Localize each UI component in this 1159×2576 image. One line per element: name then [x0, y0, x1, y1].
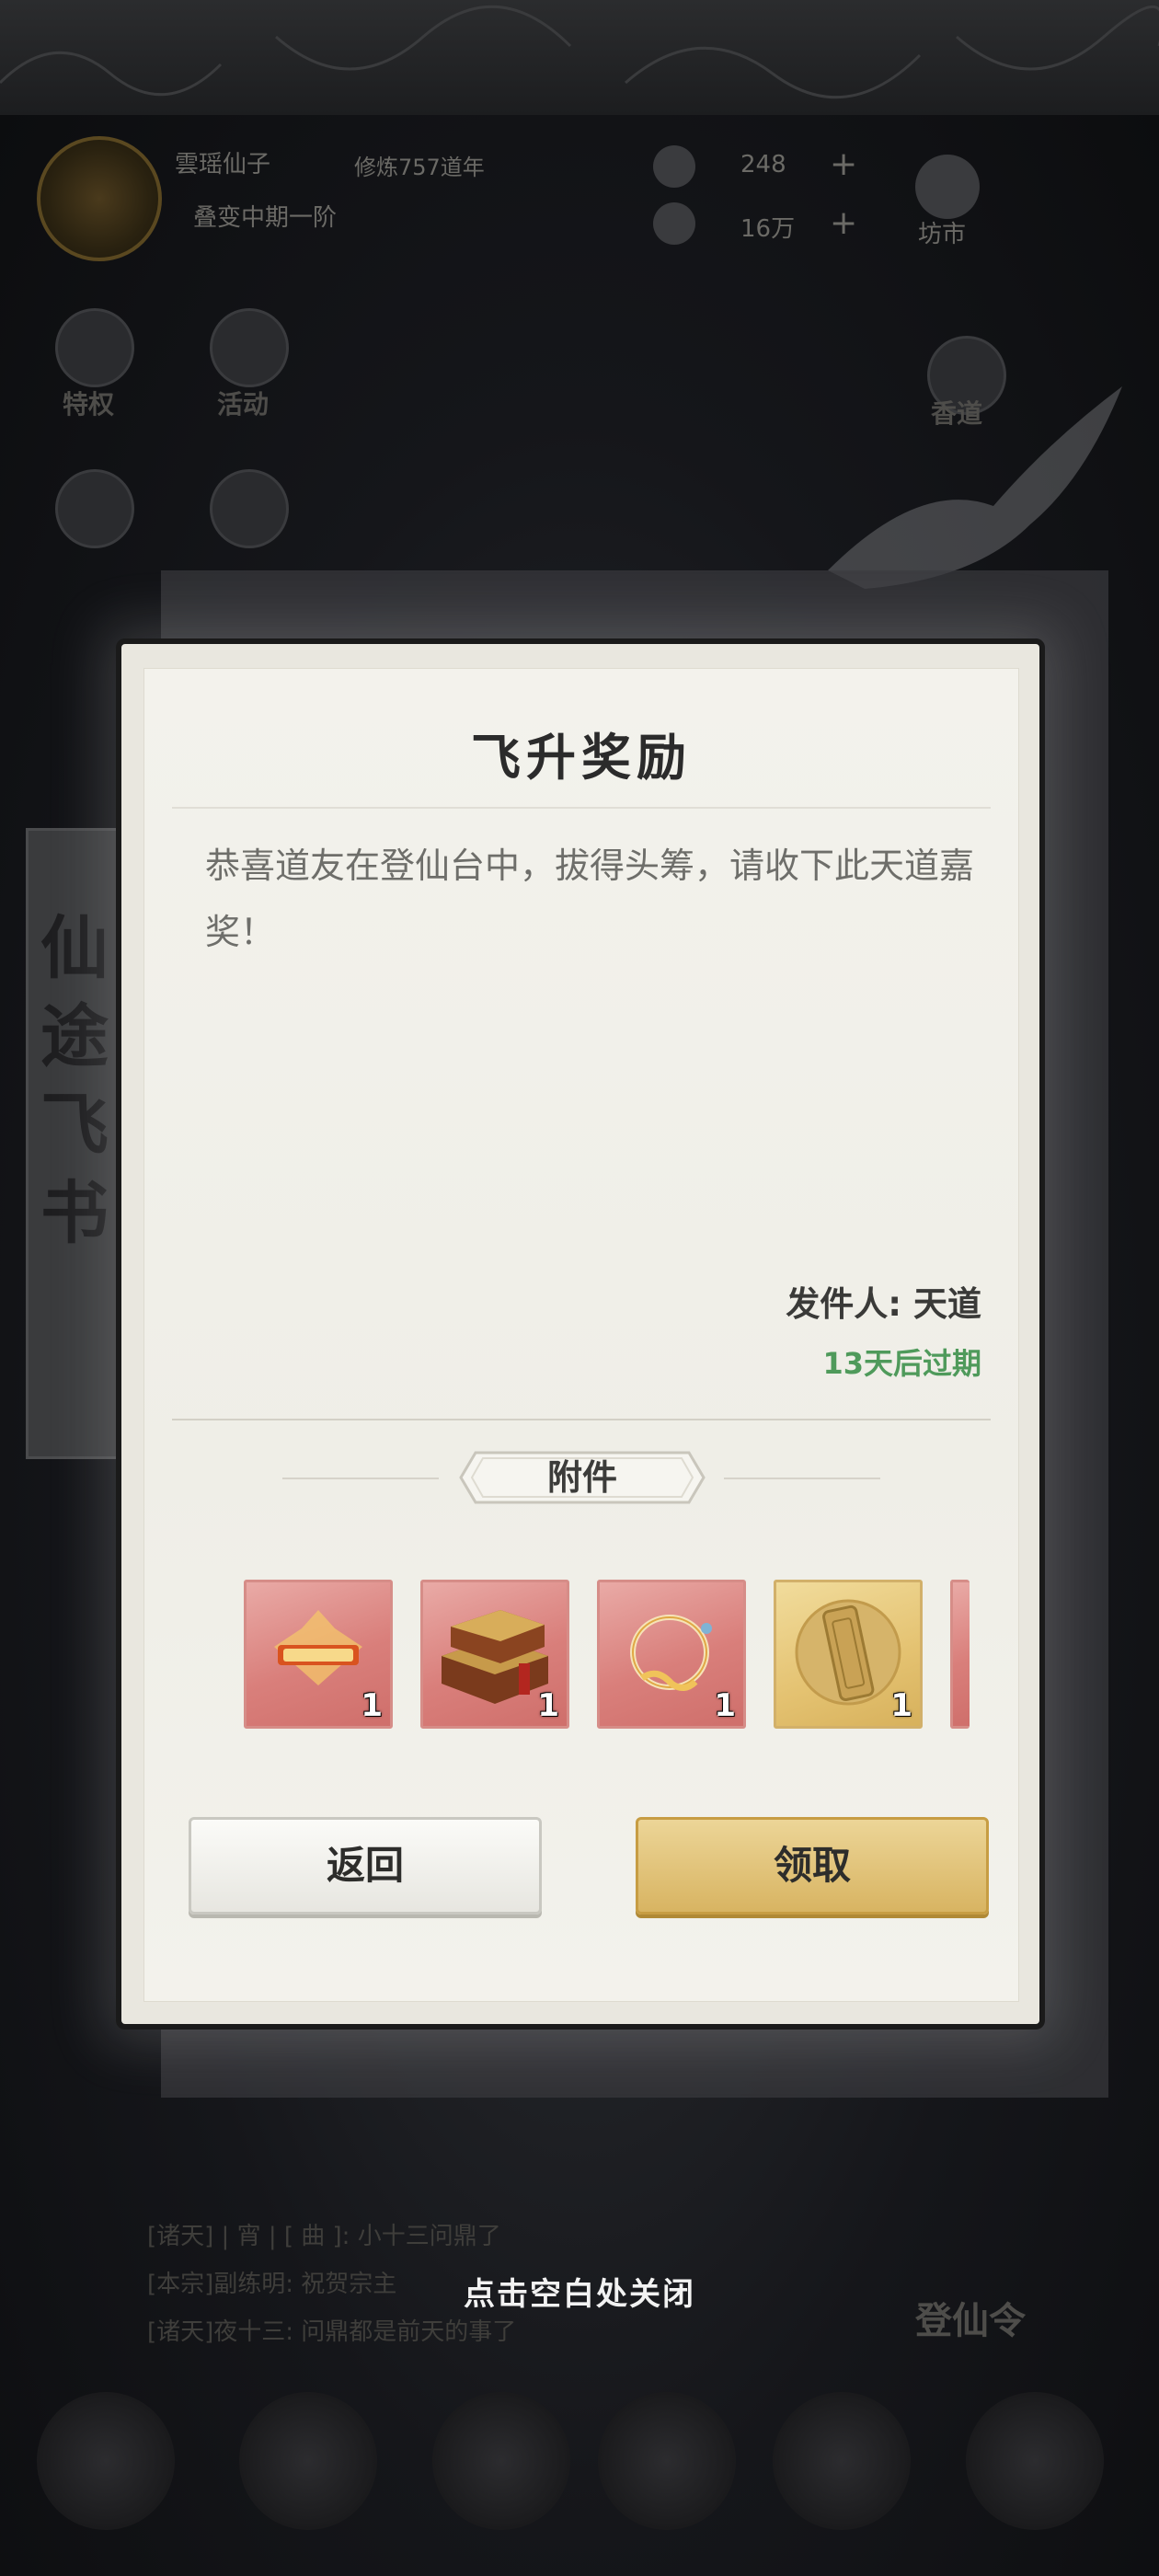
nav-slot-1[interactable]	[37, 2392, 175, 2530]
item-quantity: 1	[890, 1687, 912, 1724]
privilege-icon[interactable]	[55, 308, 134, 387]
nav-slot-4[interactable]	[598, 2392, 736, 2530]
nav-slot-6[interactable]	[966, 2392, 1104, 2530]
attachment-item[interactable]: 1	[244, 1580, 393, 1729]
attachment-divider	[172, 1419, 991, 1420]
attachment-item[interactable]: 1	[420, 1580, 569, 1729]
add-currency-2-icon[interactable]: +	[830, 204, 857, 242]
attachment-line-right	[724, 1478, 880, 1479]
dialog-title: 飞升奖励	[471, 728, 692, 787]
chat-line: [诸天] | 宵 | [ 曲 ]: 小十三问鼎了	[147, 2223, 501, 2250]
mail-message: 恭喜道友在登仙台中，拔得头筹，请收下此天道嘉奖！	[205, 845, 975, 952]
nav-slot-2[interactable]	[239, 2392, 377, 2530]
side-scroll-banner[interactable]: 仙途飞书	[26, 828, 123, 1459]
mail-sender: 发件人: 天道	[786, 1284, 981, 1324]
chat-line: [诸天]夜十三: 问鼎都是前天的事了	[147, 2318, 517, 2346]
activity-icon[interactable]	[210, 308, 289, 387]
item-quantity: 1	[361, 1687, 383, 1724]
player-info-bar: 雲瑶仙子 修炼757道年 叠变中期一阶 248 + 16万 + 坊市	[37, 136, 1122, 261]
attachment-line-left	[282, 1478, 439, 1479]
currency-2-value: 16万	[740, 215, 796, 243]
menu-privilege-label: 特权	[63, 389, 115, 420]
nav-slot-5[interactable]	[773, 2392, 911, 2530]
side-scroll-text: 仙途飞书	[40, 909, 109, 1253]
market-icon[interactable]	[915, 155, 980, 219]
title-divider	[172, 807, 991, 809]
reward-mail-dialog: 飞升奖励 恭喜道友在登仙台中，拔得头筹，请收下此天道嘉奖！ 发件人: 天道 13…	[121, 644, 1039, 2024]
player-realm: 叠变中期一阶	[193, 204, 338, 232]
market-label: 坊市	[918, 221, 967, 248]
item-quantity: 1	[537, 1687, 559, 1724]
dialog-paper: 飞升奖励 恭喜道友在登仙台中，拔得头筹，请收下此天道嘉奖！ 发件人: 天道 13…	[143, 668, 1019, 2002]
player-name: 雲瑶仙子	[175, 151, 271, 178]
spirit-stone-icon	[653, 145, 695, 188]
player-subtitle: 修炼757道年	[354, 155, 485, 180]
attachment-item[interactable]: 1	[597, 1580, 746, 1729]
secondary-menu-icon-2[interactable]	[210, 469, 289, 548]
attachment-item[interactable]: 1	[774, 1580, 923, 1729]
add-currency-1-icon[interactable]: +	[830, 145, 857, 183]
attachment-header: 附件	[457, 1449, 707, 1506]
mail-expiry: 13天后过期	[822, 1346, 981, 1381]
nav-slot-3[interactable]	[432, 2392, 570, 2530]
back-button[interactable]: 返回	[189, 1817, 542, 1915]
attachment-item-partial[interactable]	[950, 1580, 970, 1729]
coin-icon	[653, 202, 695, 245]
top-decor-band	[0, 0, 1159, 115]
claim-button[interactable]: 领取	[636, 1817, 989, 1915]
attachment-label: 附件	[546, 1457, 617, 1498]
secondary-menu-icon[interactable]	[55, 469, 134, 548]
currency-1-value: 248	[740, 151, 786, 178]
avatar[interactable]	[37, 136, 162, 261]
menu-activity-label: 活动	[217, 389, 270, 420]
item-quantity: 1	[714, 1687, 736, 1724]
tap-blank-to-close-hint[interactable]: 点击空白处关闭	[0, 2269, 1159, 2314]
